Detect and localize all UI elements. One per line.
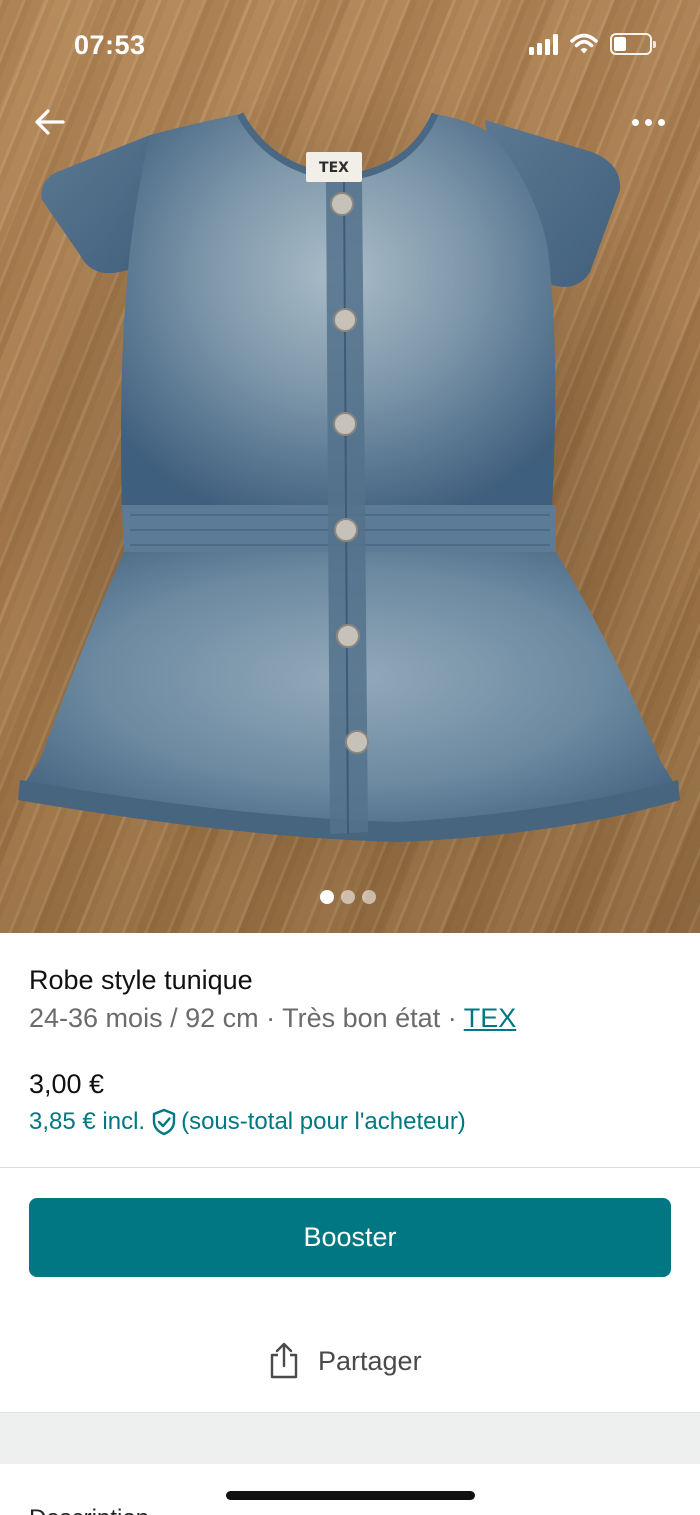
status-time: 07:53 (74, 30, 146, 60)
more-dot-icon (644, 118, 652, 126)
battery-icon (610, 33, 656, 55)
price-incl: 3,85 € incl. (29, 1108, 146, 1135)
buyer-price-info[interactable]: 3,85 € incl. (sous-total pour l'acheteur… (29, 1108, 466, 1136)
item-condition: Très bon état (282, 1003, 441, 1033)
item-price: 3,00 € (29, 1069, 105, 1099)
pagination-dot[interactable] (362, 890, 376, 904)
shield-check-icon (152, 1108, 176, 1136)
meta-separator: · (258, 1003, 283, 1033)
brand-tag: TEX (306, 152, 362, 182)
denim-dress-photo: TEX (0, 70, 700, 910)
svg-text:TEX: TEX (319, 160, 349, 176)
item-title: Robe style tunique (29, 965, 253, 995)
price-note: (sous-total pour l'acheteur) (181, 1108, 466, 1135)
description-heading: Description (29, 1505, 149, 1515)
more-dot-icon (631, 118, 639, 126)
home-indicator[interactable] (226, 1491, 475, 1500)
share-icon (270, 1342, 298, 1379)
pagination-dot[interactable] (341, 890, 355, 904)
pagination-dot-active[interactable] (320, 890, 334, 904)
more-options-button[interactable] (620, 102, 676, 142)
meta-separator: · (440, 1003, 464, 1033)
booster-button[interactable]: Booster (29, 1198, 671, 1277)
item-meta: 24-36 mois / 92 cm · Très bon état · TEX (29, 1003, 516, 1034)
signal-icon (529, 33, 558, 55)
arrow-left-icon (35, 109, 65, 135)
section-separator (0, 1412, 700, 1464)
back-button[interactable] (28, 100, 72, 144)
photo-pagination[interactable] (320, 890, 376, 904)
item-photo[interactable]: TEX 07:53 (0, 0, 700, 933)
wifi-icon (570, 33, 598, 54)
status-icons (529, 33, 656, 55)
brand-link[interactable]: TEX (464, 1003, 517, 1033)
divider (0, 1167, 700, 1168)
more-dot-icon (657, 118, 665, 126)
item-size: 24-36 mois / 92 cm (29, 1003, 259, 1033)
share-label: Partager (318, 1345, 422, 1376)
share-button[interactable]: Partager (268, 1338, 422, 1384)
